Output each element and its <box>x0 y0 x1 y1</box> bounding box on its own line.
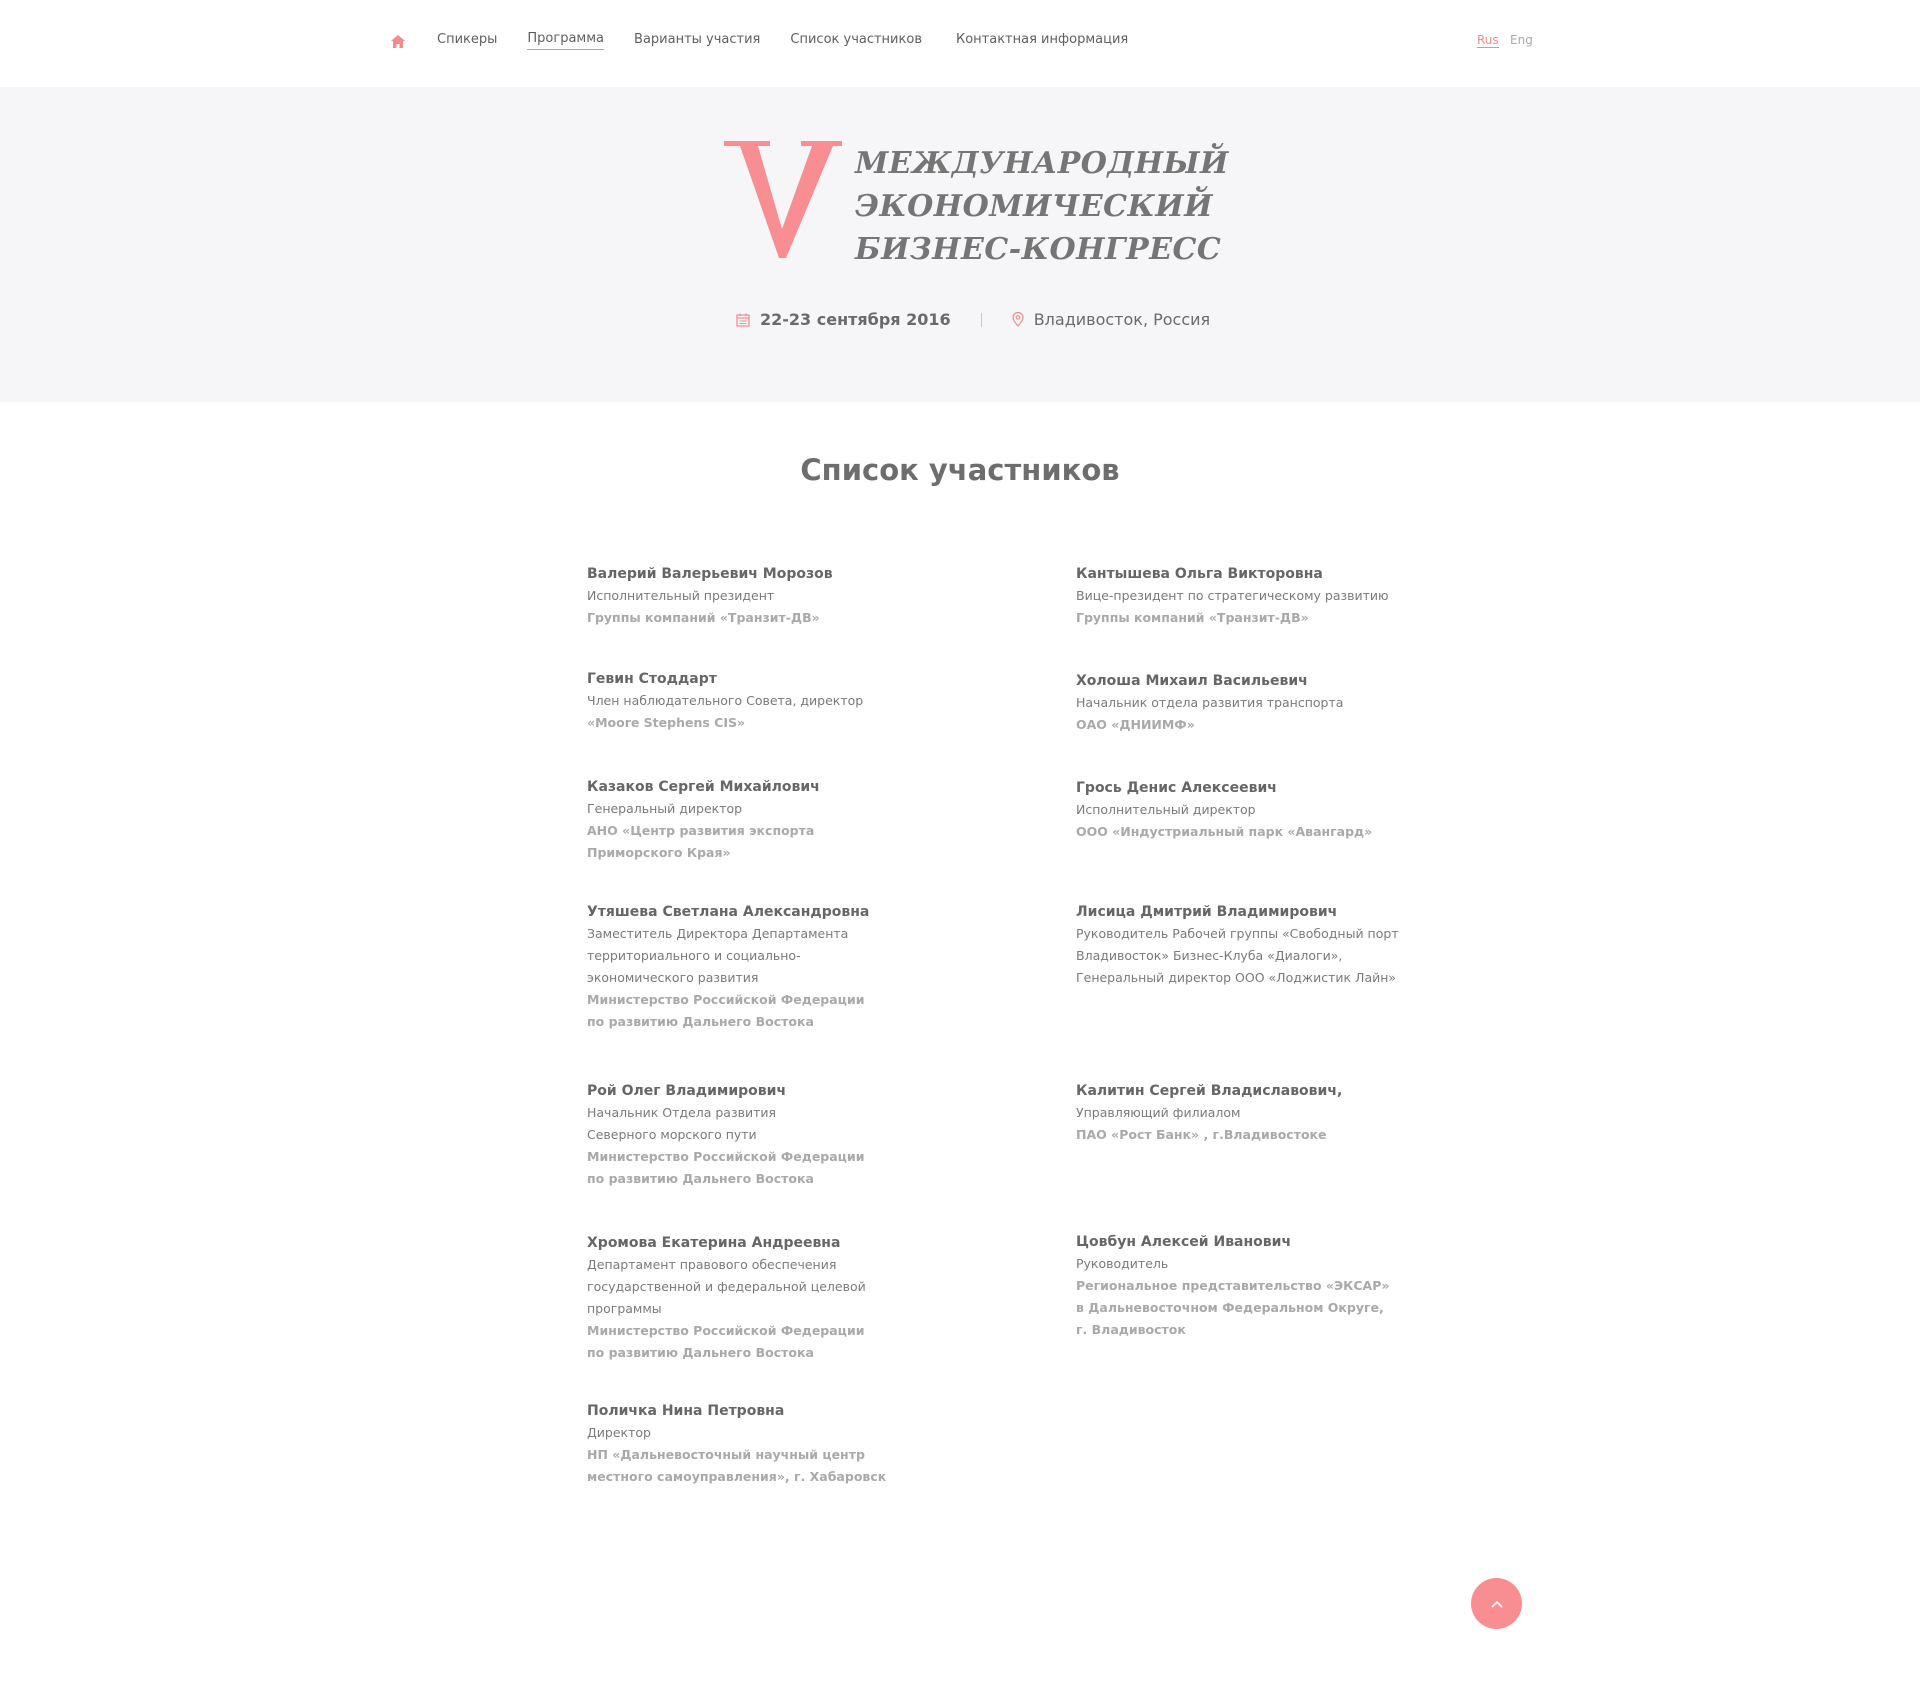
hero-banner: МЕЖДУНАРОДНЫЙ ЭКОНОМИЧЕСКИЙ БИЗНЕС-КОНГР… <box>0 87 1920 402</box>
participant-card: Валерий Валерьевич Морозов Исполнительный… <box>587 563 927 629</box>
participant-organization: по развитию Дальнего Востока <box>587 1171 814 1186</box>
participant-position: Исполнительный президент <box>587 588 775 603</box>
participant-position: Управляющий филиалом <box>1076 1105 1241 1120</box>
nav-item-participants-list[interactable]: Список участников <box>790 32 922 50</box>
event-meta: 22-23 сентября 2016 Владивосток, Россия <box>736 310 1210 329</box>
participant-position: Директор <box>587 1425 651 1440</box>
participant-card: Грось Денис Алексеевич Исполнительный дир… <box>1076 777 1416 843</box>
chevron-up-icon <box>1490 1600 1503 1608</box>
scroll-to-top-button[interactable] <box>1471 1578 1522 1629</box>
participant-position: Член наблюдательного Совета, директор <box>587 693 864 708</box>
home-icon[interactable] <box>388 32 408 50</box>
participant-organization: местного самоуправления», г. Хабаровск <box>587 1469 887 1484</box>
participant-organization: Министерство Российской Федерации <box>587 1323 865 1338</box>
participant-name: Грось Денис Алексеевич <box>1076 780 1277 796</box>
participant-card: Утяшева Светлана Александровна Заместител… <box>587 901 927 1033</box>
participant-position: Исполнительный директор <box>1076 802 1256 817</box>
participant-position: Заместитель Директора Департамента <box>587 926 849 941</box>
participant-position: экономического развития <box>587 970 759 985</box>
participant-position: Генеральный директор ООО «Лоджистик Лайн… <box>1076 970 1397 985</box>
participant-name: Гевин Стоддарт <box>587 671 717 687</box>
participant-card: Гевин Стоддарт Член наблюдательного Совет… <box>587 668 927 734</box>
participant-position: государственной и федеральной целевой <box>587 1279 866 1294</box>
event-location: Владивосток, Россия <box>1033 310 1211 329</box>
congress-numeral-logo <box>724 141 842 258</box>
participant-organization: по развитию Дальнего Востока <box>587 1014 814 1029</box>
participant-name: Лисица Дмитрий Владимирович <box>1076 904 1338 920</box>
congress-title-line-1: МЕЖДУНАРОДНЫЙ <box>855 146 1229 181</box>
calendar-icon <box>736 313 750 327</box>
congress-title: МЕЖДУНАРОДНЫЙ ЭКОНОМИЧЕСКИЙ БИЗНЕС-КОНГР… <box>855 142 1229 271</box>
participant-position: Владивосток» Бизнес-Клуба «Диалоги», <box>1076 948 1343 963</box>
participant-position: Вице-президент по стратегическому развит… <box>1076 588 1389 603</box>
participant-organization: Группы компаний «Транзит-ДВ» <box>1076 610 1309 625</box>
participant-card: Поличка Нина Петровна Директор НП «Дальнев… <box>587 1400 927 1488</box>
participant-position: программы <box>587 1301 662 1316</box>
participant-name: Утяшева Светлана Александровна <box>587 904 870 920</box>
participant-name: Кантышева Ольга Викторовна <box>1076 566 1323 582</box>
participant-organization: г. Владивосток <box>1076 1322 1186 1337</box>
participant-position: Северного морского пути <box>587 1127 757 1142</box>
participant-position: Департамент правового обеспечения <box>587 1257 837 1272</box>
participant-name: Калитин Сергей Владиславович, <box>1076 1083 1343 1099</box>
participant-name: Поличка Нина Петровна <box>587 1403 785 1419</box>
participant-position: территориального и социально- <box>587 948 801 963</box>
participant-position: Генеральный директор <box>587 801 743 816</box>
participant-organization: Группы компаний «Транзит-ДВ» <box>587 610 820 625</box>
participant-organization: Приморского Края» <box>587 845 731 860</box>
participant-position: Руководитель Рабочей группы «Свободный п… <box>1076 926 1399 941</box>
participant-organization: в Дальневосточном Федеральном Округе, <box>1076 1300 1384 1315</box>
nav-links: Спикеры Программа Варианты участия Списо… <box>437 31 1158 50</box>
lang-eng-link[interactable]: Eng <box>1510 33 1533 47</box>
participant-organization: «Moore Stephens CIS» <box>587 715 746 730</box>
participant-name: Казаков Сергей Михайлович <box>587 779 820 795</box>
participant-position: Начальник отдела развития транспорта <box>1076 695 1344 710</box>
participant-organization: Министерство Российской Федерации <box>587 1149 865 1164</box>
participant-organization: Региональное представительство «ЭКСАР» <box>1076 1278 1390 1293</box>
participant-position: Руководитель <box>1076 1256 1169 1271</box>
location-pin-icon <box>1012 312 1024 327</box>
participant-organization: ПАО «Рост Банк» , г.Владивостоке <box>1076 1127 1327 1142</box>
participant-card: Рой Олег Владимирович Начальник Отдела ра… <box>587 1080 927 1190</box>
participant-organization: ОАО «ДНИИМФ» <box>1076 717 1195 732</box>
top-navigation: Спикеры Программа Варианты участия Списо… <box>0 0 1920 87</box>
participant-organization: Министерство Российской Федерации <box>587 992 865 1007</box>
lang-rus-link[interactable]: Rus <box>1477 33 1499 48</box>
participant-position: Начальник Отдела развития <box>587 1105 777 1120</box>
nav-item-program[interactable]: Программа <box>527 31 605 50</box>
participant-organization: АНО «Центр развития экспорта <box>587 823 815 838</box>
participant-organization: по развитию Дальнего Востока <box>587 1345 814 1360</box>
participant-card: Цовбун Алексей Иванович Руководитель Регио… <box>1076 1231 1416 1341</box>
nav-item-participation-options[interactable]: Варианты участия <box>634 32 760 50</box>
participant-card: Казаков Сергей Михайлович Генеральный дир… <box>587 776 927 864</box>
participant-name: Холоша Михаил Васильевич <box>1076 673 1308 689</box>
nav-item-speakers[interactable]: Спикеры <box>437 32 497 50</box>
participant-card: Лисица Дмитрий Владимирович Руководитель … <box>1076 901 1416 989</box>
page-title: Список участников <box>800 453 1120 487</box>
participant-organization: ООО «Индустриальный парк «Авангард» <box>1076 824 1373 839</box>
congress-title-line-2: ЭКОНОМИЧЕСКИЙ <box>855 189 1213 224</box>
participant-name: Валерий Валерьевич Морозов <box>587 566 833 582</box>
congress-title-line-3: БИЗНЕС-КОНГРЕСС <box>855 232 1222 267</box>
participant-organization: НП «Дальневосточный научный центр <box>587 1447 865 1462</box>
participant-name: Хромова Екатерина Андреевна <box>587 1235 841 1251</box>
participant-card: Кантышева Ольга Викторовна Вице-президент… <box>1076 563 1416 629</box>
nav-item-contacts[interactable]: Контактная информация <box>956 32 1128 50</box>
participant-name: Цовбун Алексей Иванович <box>1076 1234 1292 1250</box>
event-date: 22-23 сентября 2016 <box>760 310 951 329</box>
participant-card: Холоша Михаил Васильевич Начальник отдела… <box>1076 670 1416 736</box>
participant-card: Хромова Екатерина Андреевна Департамент п… <box>587 1232 927 1364</box>
meta-divider <box>980 312 982 327</box>
home-icon-shape <box>391 34 405 48</box>
participant-card: Калитин Сергей Владиславович, Управляющий… <box>1076 1080 1416 1146</box>
participant-name: Рой Олег Владимирович <box>587 1083 787 1099</box>
